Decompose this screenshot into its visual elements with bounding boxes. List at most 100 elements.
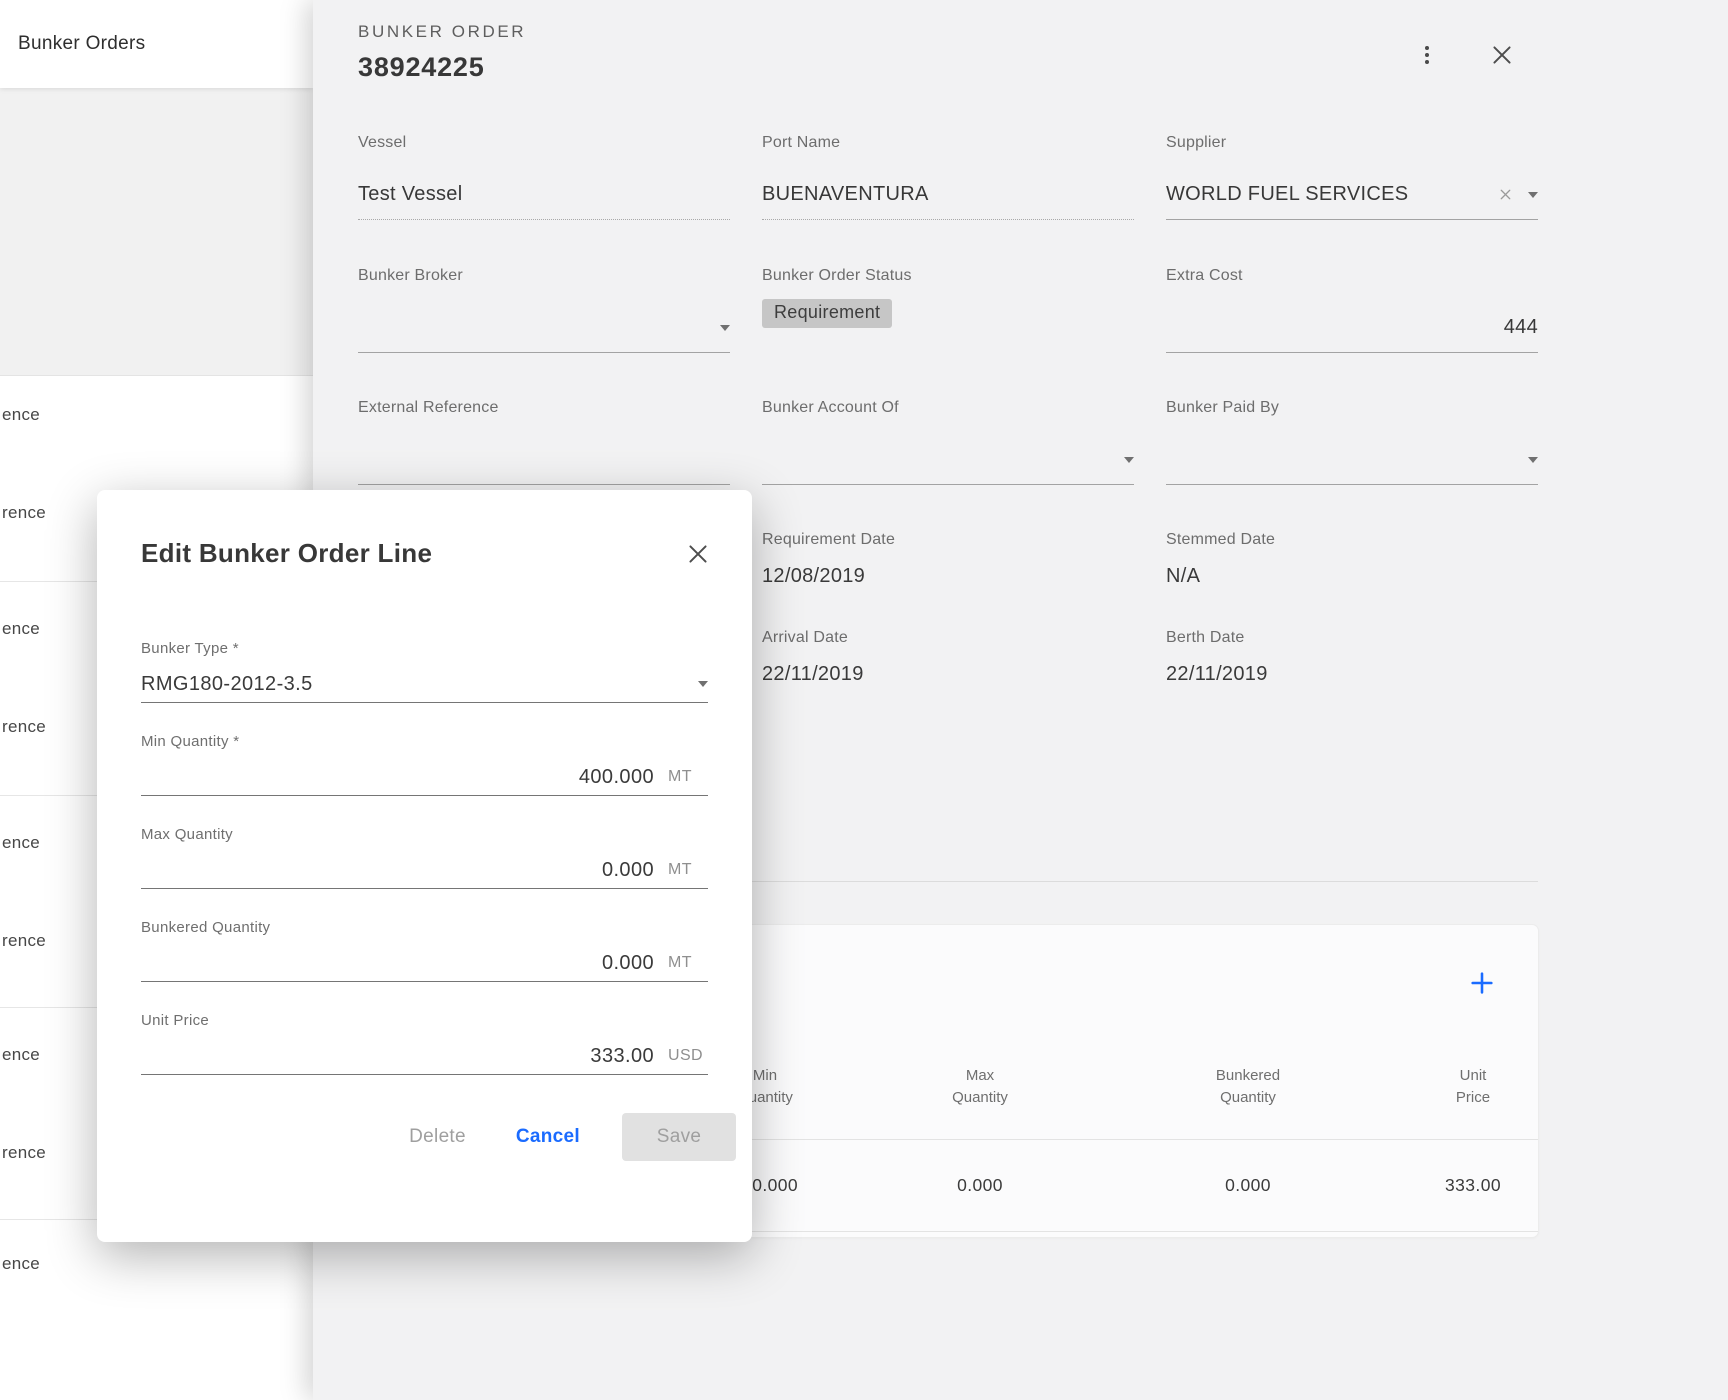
field-stemmed-date: Stemmed Date N/A: [1166, 531, 1538, 629]
header-line: Quantity: [1088, 1087, 1408, 1109]
column-header-max-quantity: Max Quantity: [872, 1065, 1088, 1139]
bunkered-quantity-label: Bunkered Quantity: [141, 919, 708, 936]
app-screen: Bunker Orders ence rence ence rence ence…: [0, 0, 1728, 1400]
bunker-paid-by-label: Bunker Paid By: [1166, 399, 1538, 417]
bunker-type-label: Bunker Type *: [141, 640, 708, 657]
header-line: Quantity: [872, 1087, 1088, 1109]
column-header-unit-price: Unit Price: [1408, 1065, 1538, 1139]
add-line-button[interactable]: [1466, 967, 1498, 999]
clear-x-icon: [1497, 186, 1514, 203]
vessel-value: Test Vessel: [358, 183, 730, 206]
bunkered-quantity-input[interactable]: 0.000 MT: [141, 945, 708, 982]
bunker-type-value: RMG180-2012-3.5: [141, 673, 698, 696]
status-badge: Requirement: [762, 299, 892, 328]
min-quantity-unit: MT: [668, 768, 708, 786]
bunker-paid-by-select[interactable]: [1166, 435, 1538, 485]
page-title: Bunker Orders: [18, 33, 145, 55]
plus-icon: [1468, 969, 1496, 997]
cell-unit-price: 333.00: [1408, 1175, 1538, 1196]
field-bunker-account-of: Bunker Account Of: [762, 399, 1134, 531]
field-min-quantity: Min Quantity * 400.000 MT: [141, 733, 708, 796]
close-icon: [685, 541, 711, 567]
panel-eyebrow-label: BUNKER ORDER: [358, 22, 526, 42]
max-quantity-unit: MT: [668, 861, 708, 879]
berth-date-value: 22/11/2019: [1166, 663, 1538, 686]
bunker-type-select[interactable]: RMG180-2012-3.5: [141, 666, 708, 703]
requirement-date-value: 12/08/2019: [762, 565, 1134, 588]
bunker-account-of-label: Bunker Account Of: [762, 399, 1134, 417]
modal-actions: Delete Cancel Save: [141, 1113, 736, 1161]
list-item[interactable]: ence: [2, 619, 40, 639]
list-item[interactable]: ence: [2, 1254, 40, 1274]
chevron-down-icon: [720, 325, 730, 331]
min-quantity-input[interactable]: 400.000 MT: [141, 759, 708, 796]
port-name-input[interactable]: BUENAVENTURA: [762, 170, 1134, 220]
bunker-account-of-select[interactable]: [762, 435, 1134, 485]
field-arrival-date: Arrival Date 22/11/2019: [762, 629, 1134, 719]
stemmed-date-label: Stemmed Date: [1166, 531, 1538, 549]
list-item[interactable]: ence: [2, 405, 40, 425]
delete-button[interactable]: Delete: [391, 1114, 484, 1160]
list-item[interactable]: rence: [2, 1143, 46, 1163]
list-item[interactable]: rence: [2, 717, 46, 737]
field-bunker-broker: Bunker Broker: [358, 267, 730, 399]
more-options-button[interactable]: [1410, 38, 1444, 72]
field-bunkered-quantity: Bunkered Quantity 0.000 MT: [141, 919, 708, 982]
list-item[interactable]: rence: [2, 503, 46, 523]
unit-price-label: Unit Price: [141, 1012, 708, 1029]
panel-close-button[interactable]: [1485, 38, 1519, 72]
max-quantity-input[interactable]: 0.000 MT: [141, 852, 708, 889]
unit-price-input[interactable]: 333.00 USD: [141, 1038, 708, 1075]
external-reference-label: External Reference: [358, 399, 730, 417]
header-line: Bunkered: [1088, 1065, 1408, 1087]
bunker-order-status-label: Bunker Order Status: [762, 267, 1134, 285]
field-port-name: Port Name BUENAVENTURA: [762, 134, 1134, 267]
status-badge-wrap: Requirement: [762, 299, 1134, 328]
save-button[interactable]: Save: [622, 1113, 736, 1161]
close-icon: [1489, 42, 1515, 68]
list-item[interactable]: ence: [2, 1045, 40, 1065]
edit-bunker-order-line-modal: Edit Bunker Order Line Bunker Type * RMG…: [97, 490, 752, 1242]
cell-bunkered-quantity: 0.000: [1088, 1175, 1408, 1196]
requirement-date-label: Requirement Date: [762, 531, 1134, 549]
max-quantity-value: 0.000: [141, 859, 654, 882]
supplier-select[interactable]: WORLD FUEL SERVICES: [1166, 170, 1538, 220]
cancel-button[interactable]: Cancel: [498, 1114, 598, 1160]
chevron-down-icon: [1124, 457, 1134, 463]
column-header-bunkered-quantity: Bunkered Quantity: [1088, 1065, 1408, 1139]
header-line: Price: [1408, 1087, 1538, 1109]
unit-price-unit: USD: [668, 1047, 708, 1065]
field-berth-date: Berth Date 22/11/2019: [1166, 629, 1538, 719]
extra-cost-input[interactable]: 444: [1166, 303, 1538, 353]
supplier-clear-button[interactable]: [1497, 186, 1514, 203]
vessel-label: Vessel: [358, 134, 730, 152]
supplier-label: Supplier: [1166, 134, 1538, 152]
vessel-input[interactable]: Test Vessel: [358, 170, 730, 220]
chevron-down-icon: [1528, 457, 1538, 463]
field-supplier: Supplier WORLD FUEL SERVICES: [1166, 134, 1538, 267]
bunker-broker-label: Bunker Broker: [358, 267, 730, 285]
extra-cost-label: Extra Cost: [1166, 267, 1538, 285]
field-vessel: Vessel Test Vessel: [358, 134, 730, 267]
list-item[interactable]: ence: [2, 833, 40, 853]
port-name-value: BUENAVENTURA: [762, 183, 1134, 206]
modal-fields: Bunker Type * RMG180-2012-3.5 Min Quanti…: [141, 640, 708, 1075]
field-extra-cost: Extra Cost 444: [1166, 267, 1538, 399]
bunkered-quantity-value: 0.000: [141, 952, 654, 975]
bunker-broker-select[interactable]: [358, 303, 730, 353]
kebab-icon: [1425, 44, 1429, 66]
list-item[interactable]: rence: [2, 931, 46, 951]
field-bunker-order-status: Bunker Order Status Requirement: [762, 267, 1134, 399]
modal-header: Edit Bunker Order Line: [141, 538, 708, 570]
min-quantity-label: Min Quantity *: [141, 733, 708, 750]
header-line: Unit: [1408, 1065, 1538, 1087]
max-quantity-label: Max Quantity: [141, 826, 708, 843]
modal-close-button[interactable]: [682, 538, 714, 570]
chevron-down-icon: [1528, 192, 1538, 198]
cell-max-quantity: 0.000: [872, 1175, 1088, 1196]
field-bunker-type: Bunker Type * RMG180-2012-3.5: [141, 640, 708, 703]
order-number: 38924225: [358, 52, 485, 83]
external-reference-input[interactable]: [358, 435, 730, 485]
header-line: Max: [872, 1065, 1088, 1087]
bunker-orders-header: Bunker Orders: [0, 0, 313, 88]
